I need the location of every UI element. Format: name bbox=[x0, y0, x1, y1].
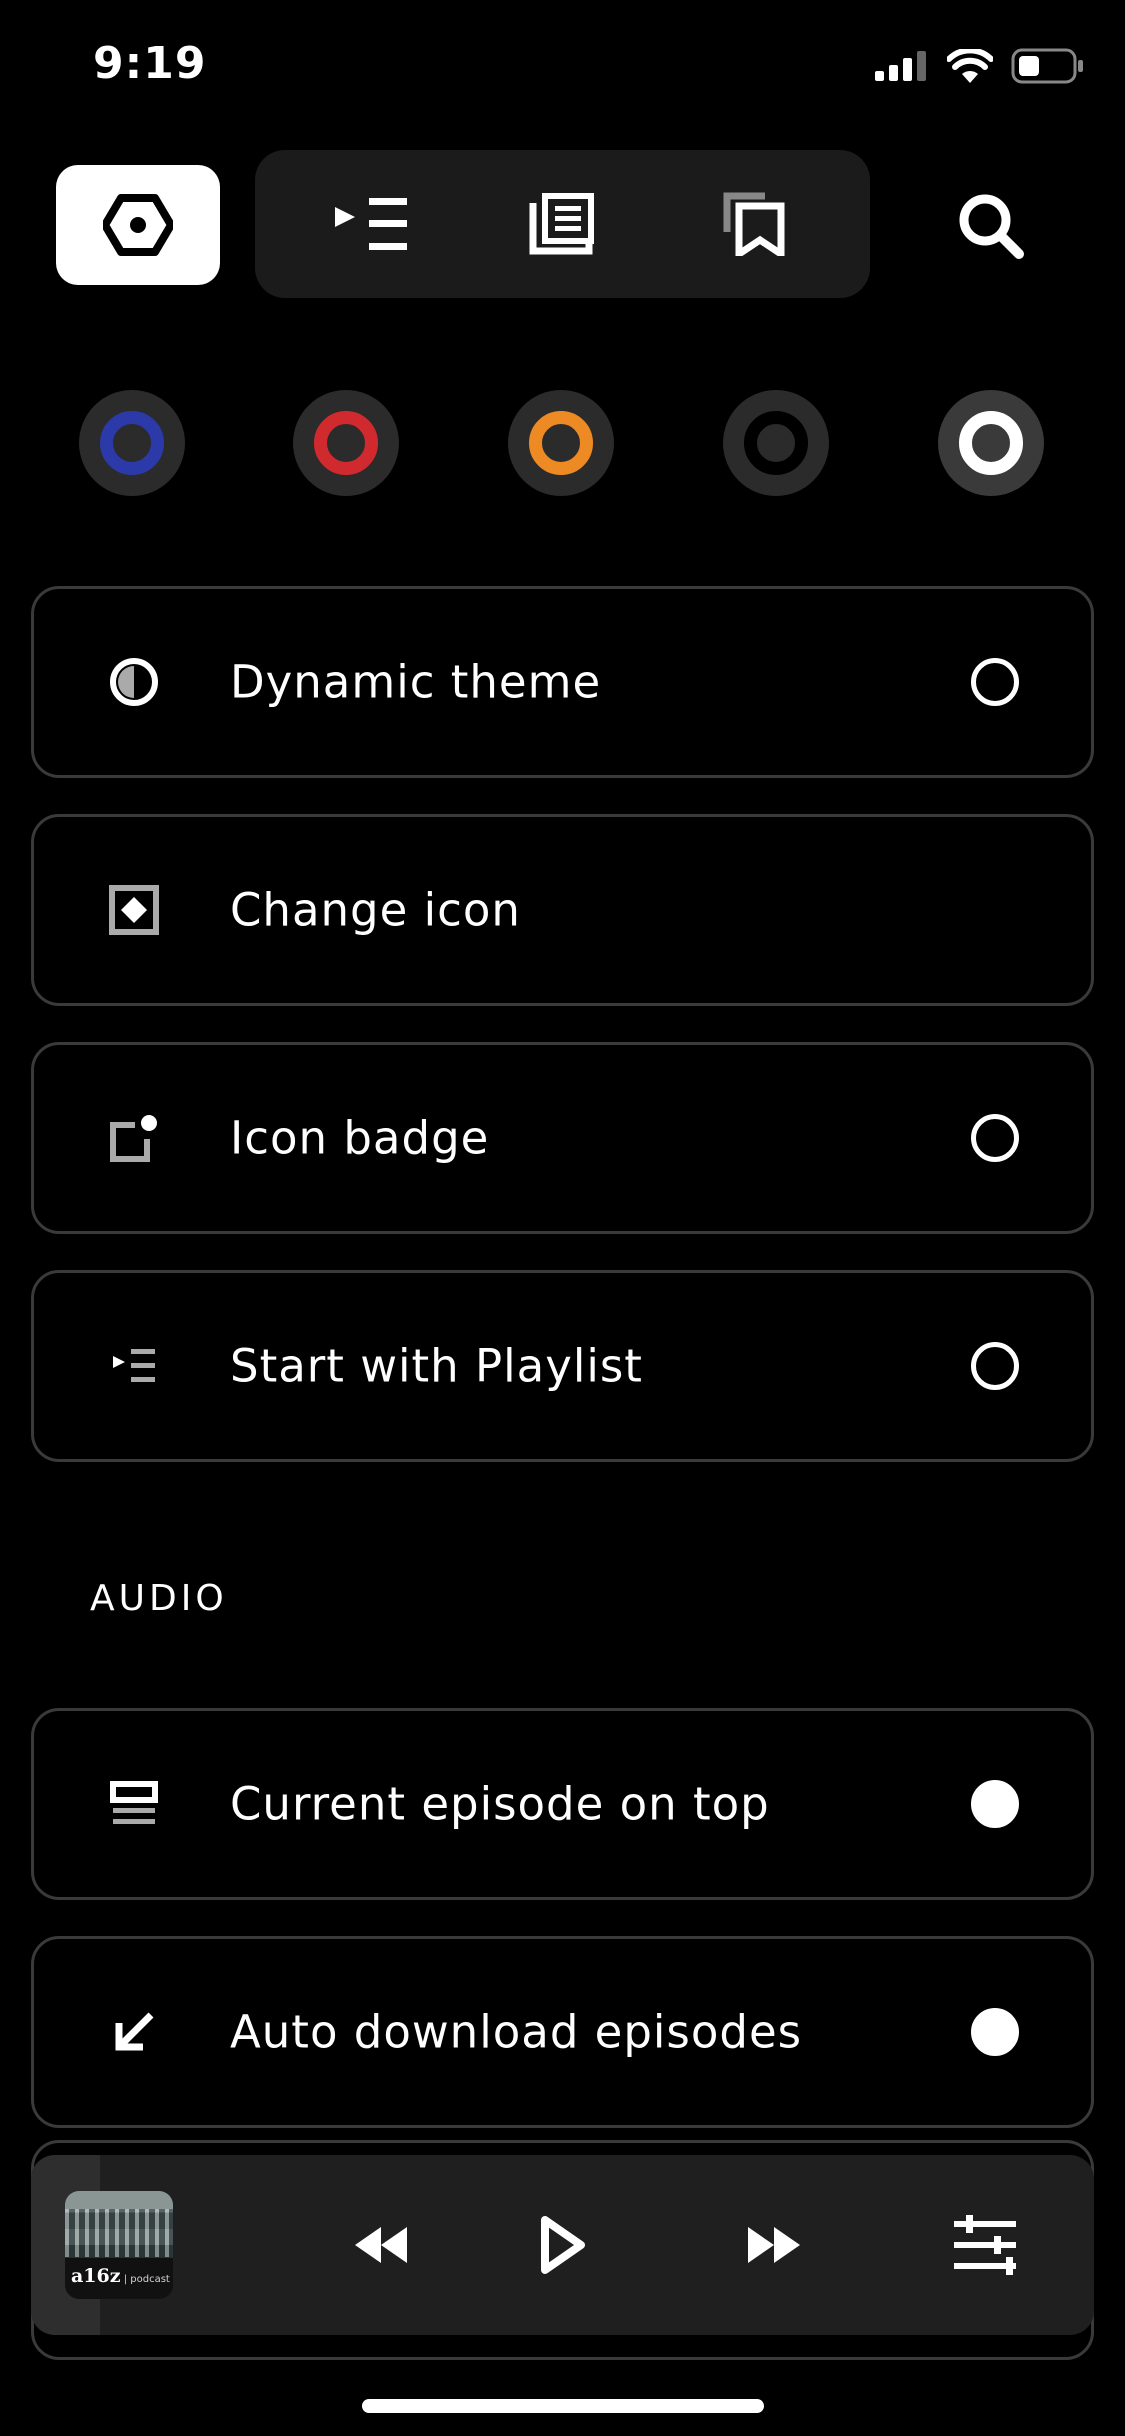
podcast-artwork[interactable]: a16z | podcast bbox=[65, 2191, 173, 2299]
status-icons bbox=[875, 48, 1085, 84]
swatch-ring bbox=[314, 411, 378, 475]
mini-player[interactable]: a16z | podcast bbox=[31, 2155, 1094, 2335]
search-button[interactable] bbox=[930, 165, 1050, 285]
hexagon-settings-icon bbox=[103, 194, 173, 256]
artwork-photo bbox=[65, 2209, 173, 2257]
equalizer-button[interactable] bbox=[925, 2185, 1045, 2305]
setting-current-episode-on-top[interactable]: Current episode on top bbox=[31, 1708, 1094, 1900]
setting-start-with-playlist[interactable]: Start with Playlist bbox=[31, 1270, 1094, 1462]
playlist-icon bbox=[104, 1336, 164, 1396]
swatch-ring bbox=[529, 411, 593, 475]
fast-forward-button[interactable] bbox=[714, 2185, 834, 2305]
play-icon bbox=[541, 2216, 585, 2274]
swatch-ring bbox=[959, 411, 1023, 475]
rewind-icon bbox=[355, 2227, 407, 2263]
episode-top-icon bbox=[104, 1774, 164, 1834]
theme-swatch-orange[interactable] bbox=[508, 390, 614, 496]
start-with-playlist-toggle[interactable] bbox=[971, 1342, 1019, 1390]
setting-auto-download-episodes[interactable]: Auto download episodes bbox=[31, 1936, 1094, 2128]
artwork-brand-sub: | podcast bbox=[120, 2274, 170, 2285]
setting-label: Auto download episodes bbox=[230, 2005, 803, 2059]
artwork-sub-label: podcast bbox=[130, 2274, 170, 2285]
contrast-icon bbox=[104, 652, 164, 712]
current-episode-on-top-toggle[interactable] bbox=[971, 1780, 1019, 1828]
artwork-brand: a16z | podcast bbox=[71, 2265, 170, 2287]
status-time: 9:19 bbox=[93, 38, 207, 89]
theme-swatch-blue[interactable] bbox=[79, 390, 185, 496]
nav-settings-button[interactable] bbox=[56, 165, 220, 285]
section-heading-audio: AUDIO bbox=[90, 1578, 228, 1619]
auto-download-episodes-toggle[interactable] bbox=[971, 2008, 1019, 2056]
dynamic-theme-toggle[interactable] bbox=[971, 658, 1019, 706]
setting-label: Change icon bbox=[230, 883, 521, 937]
swatch-ring bbox=[100, 411, 164, 475]
app-icon-icon bbox=[104, 880, 164, 940]
theme-swatch-black[interactable] bbox=[723, 390, 829, 496]
badge-icon bbox=[104, 1108, 164, 1168]
play-button[interactable] bbox=[503, 2185, 623, 2305]
setting-label: Current episode on top bbox=[230, 1777, 770, 1831]
setting-label: Start with Playlist bbox=[230, 1339, 643, 1393]
battery-icon bbox=[1011, 48, 1083, 84]
setting-label: Icon badge bbox=[230, 1111, 490, 1165]
sliders-icon bbox=[954, 2215, 1016, 2275]
wifi-icon bbox=[947, 49, 993, 83]
theme-swatch-white[interactable] bbox=[938, 390, 1044, 496]
home-indicator[interactable] bbox=[362, 2399, 764, 2413]
search-icon bbox=[959, 194, 1024, 259]
setting-icon-badge[interactable]: Icon badge bbox=[31, 1042, 1094, 1234]
fast-forward-icon bbox=[748, 2227, 800, 2263]
cellular-signal-icon bbox=[875, 51, 926, 81]
nav-playlist-button[interactable] bbox=[311, 164, 431, 284]
download-arrow-icon bbox=[104, 2002, 164, 2062]
playlist-icon bbox=[334, 198, 407, 250]
setting-label: Dynamic theme bbox=[230, 655, 602, 709]
theme-swatch-red[interactable] bbox=[293, 390, 399, 496]
nav-library-button[interactable] bbox=[502, 164, 622, 284]
icon-badge-toggle[interactable] bbox=[971, 1114, 1019, 1162]
swatch-ring bbox=[744, 411, 808, 475]
rewind-button[interactable] bbox=[321, 2185, 441, 2305]
bookmarks-icon bbox=[723, 192, 785, 256]
setting-dynamic-theme[interactable]: Dynamic theme bbox=[31, 586, 1094, 778]
nav-bookmarks-button[interactable] bbox=[694, 164, 814, 284]
list-document-icon bbox=[529, 193, 595, 255]
artwork-brand-name: a16z bbox=[71, 2265, 121, 2287]
setting-change-icon[interactable]: Change icon bbox=[31, 814, 1094, 1006]
nav-tab-group bbox=[255, 150, 870, 298]
